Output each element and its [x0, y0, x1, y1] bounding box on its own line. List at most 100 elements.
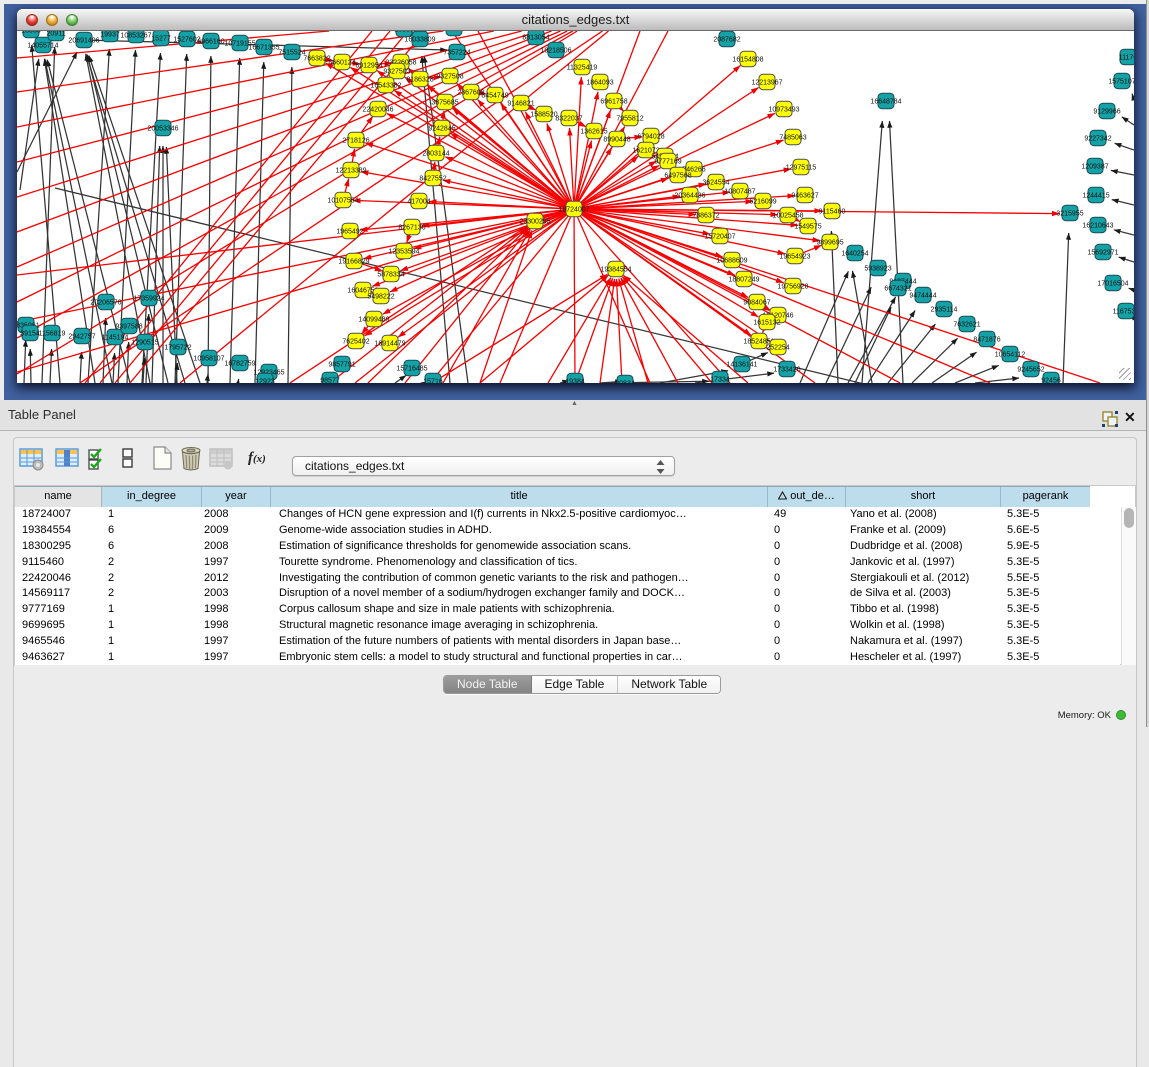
svg-text:15716: 15716 — [423, 378, 443, 383]
svg-text:12353594: 12353594 — [388, 248, 419, 255]
svg-text:6794028: 6794028 — [637, 133, 664, 140]
svg-text:7625402: 7625402 — [342, 338, 369, 345]
svg-text:9777169: 9777169 — [654, 158, 681, 165]
svg-text:20364436: 20364436 — [674, 192, 705, 199]
svg-text:18724007: 18724007 — [558, 206, 589, 213]
svg-text:16033809: 16033809 — [404, 36, 435, 43]
svg-text:9899695: 9899695 — [816, 239, 843, 246]
svg-text:22420046: 22420046 — [362, 106, 393, 113]
svg-text:2718126: 2718126 — [342, 137, 369, 144]
svg-text:18055: 18055 — [21, 31, 41, 34]
svg-text:8990448: 8990448 — [603, 136, 630, 143]
svg-text:7515524: 7515524 — [278, 49, 305, 56]
svg-text:10958107: 10958107 — [193, 355, 224, 362]
svg-text:1209387: 1209387 — [1081, 163, 1108, 170]
svg-text:7485063: 7485063 — [779, 134, 806, 141]
svg-text:11170: 11170 — [1119, 54, 1134, 61]
svg-text:10654112: 10654112 — [995, 351, 1026, 358]
svg-text:15277: 15277 — [151, 35, 171, 42]
svg-text:8267130: 8267130 — [398, 224, 425, 231]
svg-text:19166829: 19166829 — [338, 258, 369, 265]
svg-text:16648784: 16648784 — [870, 98, 901, 105]
svg-text:12975115: 12975115 — [786, 164, 817, 171]
svg-text:417004: 417004 — [407, 198, 430, 205]
svg-text:16914479: 16914479 — [374, 340, 405, 347]
svg-text:1615132: 1615132 — [753, 319, 780, 326]
svg-text:1575107: 1575107 — [1108, 78, 1134, 85]
svg-text:3875685: 3875685 — [431, 99, 458, 106]
svg-text:16210643: 16210643 — [1082, 222, 1113, 229]
svg-text:10688609: 10688609 — [716, 257, 747, 264]
svg-text:10107554: 10107554 — [327, 197, 358, 204]
svg-text:7357224: 7357224 — [443, 49, 470, 56]
svg-text:8813054: 8813054 — [522, 34, 549, 41]
svg-text:10853267: 10853267 — [120, 32, 151, 39]
svg-text:16543382: 16543382 — [370, 82, 401, 89]
svg-text:20053346: 20053346 — [147, 125, 178, 132]
svg-text:1167534: 1167534 — [1113, 308, 1134, 315]
svg-text:19384554: 19384554 — [600, 266, 631, 273]
svg-text:19937: 19937 — [100, 31, 120, 38]
svg-text:6216099: 6216099 — [749, 198, 776, 205]
svg-text:16671355: 16671355 — [248, 44, 279, 51]
svg-text:10025458: 10025458 — [772, 212, 803, 219]
svg-text:9474444: 9474444 — [909, 292, 936, 299]
svg-text:16782759: 16782759 — [224, 360, 255, 367]
svg-text:9242845: 9242845 — [428, 125, 455, 132]
svg-text:17016504: 17016504 — [1097, 280, 1128, 287]
svg-text:14055714: 14055714 — [27, 42, 58, 49]
svg-text:17359924: 17359924 — [133, 295, 164, 302]
svg-text:9084067: 9084067 — [743, 299, 770, 306]
svg-text:3215955: 3215955 — [1056, 210, 1083, 217]
svg-text:1795722: 1795722 — [164, 344, 191, 351]
svg-text:20834: 20834 — [615, 380, 635, 383]
svg-text:5878334: 5878334 — [377, 271, 404, 278]
svg-text:11325419: 11325419 — [567, 64, 598, 71]
svg-text:8427552: 8427552 — [419, 175, 446, 182]
svg-text:1290515: 1290515 — [131, 339, 158, 346]
svg-text:98577: 98577 — [320, 377, 340, 383]
svg-text:18807249: 18807249 — [728, 276, 759, 283]
svg-text:9227342: 9227342 — [1084, 135, 1111, 142]
svg-text:1864093: 1864093 — [586, 79, 613, 86]
svg-text:6966160: 6966160 — [197, 38, 224, 45]
svg-text:6961758: 6961758 — [600, 98, 627, 105]
svg-text:16154808: 16154808 — [732, 56, 763, 63]
svg-text:16033: 16033 — [394, 31, 414, 33]
svg-text:8660124: 8660124 — [328, 59, 355, 66]
svg-text:6674321: 6674321 — [884, 285, 911, 292]
svg-text:9327508: 9327508 — [436, 73, 463, 80]
svg-text:9327503: 9327503 — [383, 68, 410, 75]
svg-text:20691406: 20691406 — [68, 37, 99, 44]
svg-text:8471876: 8471876 — [973, 336, 1000, 343]
svg-text:19218506: 19218506 — [540, 47, 571, 54]
svg-text:1733426: 1733426 — [773, 366, 800, 373]
svg-text:19654923: 19654923 — [779, 253, 810, 260]
svg-text:252254: 252254 — [766, 344, 789, 351]
svg-text:19756928: 19756928 — [777, 283, 808, 290]
svg-text:23300295: 23300295 — [519, 218, 550, 225]
svg-text:20206576: 20206576 — [90, 299, 121, 306]
svg-text:8912954: 8912954 — [355, 62, 382, 69]
svg-text:1156819: 1156819 — [39, 330, 66, 337]
svg-text:7955812: 7955812 — [616, 115, 643, 122]
svg-text:15720407: 15720407 — [704, 233, 735, 240]
svg-text:14136141: 14136141 — [726, 361, 757, 368]
svg-text:8186328: 8186328 — [406, 76, 433, 83]
svg-text:12213389: 12213389 — [335, 167, 366, 174]
svg-text:7663822: 7663822 — [303, 55, 330, 62]
svg-text:9115460: 9115460 — [819, 208, 846, 215]
svg-text:12923: 12923 — [255, 378, 275, 383]
svg-text:2935114: 2935114 — [931, 306, 958, 313]
svg-text:17334: 17334 — [710, 376, 730, 383]
svg-text:2803144: 2803144 — [422, 150, 449, 157]
svg-text:15692971: 15692971 — [1087, 249, 1118, 256]
svg-text:14099489: 14099489 — [358, 316, 389, 323]
svg-text:19384: 19384 — [565, 378, 585, 383]
svg-text:92456: 92456 — [1041, 377, 1061, 383]
svg-text:5498222: 5498222 — [367, 293, 394, 300]
svg-text:9245652: 9245652 — [1017, 366, 1044, 373]
svg-text:1145194: 1145194 — [102, 334, 129, 341]
svg-text:9129966: 9129966 — [1093, 108, 1120, 115]
svg-text:5938923: 5938923 — [864, 265, 891, 272]
